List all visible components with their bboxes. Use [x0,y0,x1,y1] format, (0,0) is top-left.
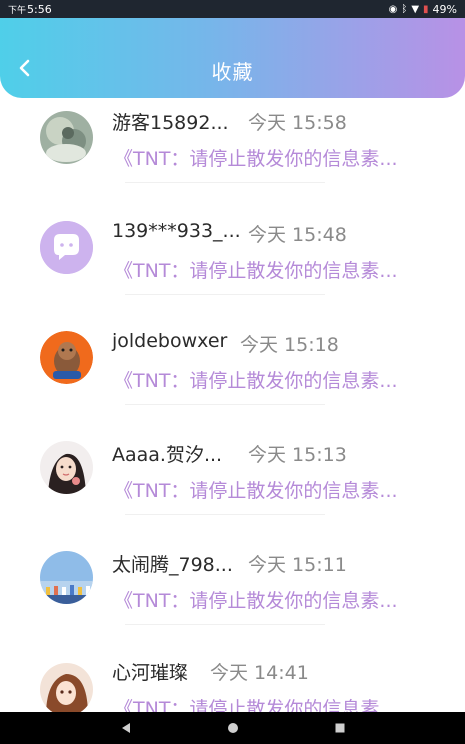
vibrate-icon: ◉ [388,3,398,15]
item-name: joldebowxer [112,330,228,352]
item-time: 今天 15:58 [248,112,347,134]
item-name: Aaaa.贺汐... [112,444,223,466]
list-item[interactable]: 139***933_... 今天 15:48 《TNT：请停止散发你的信息素..… [0,206,465,316]
page-title: 收藏 [211,60,254,84]
list-item[interactable]: 心河璀璨 今天 14:41 《TNT：请停止散发你的信息素... [0,646,465,712]
item-name: 心河璀璨 [112,662,189,684]
item-preview: 《TNT：请停止散发你的信息素... [114,698,398,712]
battery-icon: ▮ [423,3,429,15]
photo-avatar[interactable] [40,111,93,164]
item-preview: 《TNT：请停止散发你的信息素... [114,590,398,612]
item-time: 今天 15:13 [248,444,347,466]
battery-percent: 49% [432,2,457,16]
divider [125,514,325,515]
status-bar: 下午5:56 ◉ ᛒ ▼ ▮ 49% [0,0,465,18]
navigation-bar [0,712,465,744]
recents-square-icon [335,723,344,733]
girl-avatar[interactable] [40,441,93,494]
home-circle-icon [227,723,238,733]
status-time-value: 5:56 [27,2,52,16]
list-item[interactable]: joldebowxer 今天 15:18 《TNT：请停止散发你的信息素... [0,316,465,426]
status-time: 下午5:56 [8,3,52,16]
item-time: 今天 15:18 [240,334,339,356]
item-preview: 《TNT：请停止散发你的信息素... [114,480,398,502]
divider [125,294,325,295]
cartoon-avatar[interactable] [40,331,93,384]
chat-bubble-avatar[interactable] [40,221,93,274]
nav-recents-button[interactable] [334,722,346,734]
divider [125,182,325,183]
nav-home-button[interactable] [227,722,239,734]
item-name: 139***933_... [112,220,241,242]
anime-girl-avatar[interactable] [40,663,93,712]
item-time: 今天 15:11 [248,554,347,576]
sky-avatar[interactable] [40,551,93,604]
item-time: 今天 15:48 [248,224,347,246]
bluetooth-icon: ᛒ [401,3,408,15]
status-time-prefix: 下午 [8,5,27,16]
wifi-icon: ▼ [411,3,420,15]
item-name: 游客15892... [112,112,229,134]
item-preview: 《TNT：请停止散发你的信息素... [114,370,398,392]
item-preview: 《TNT：请停止散发你的信息素... [114,260,398,282]
back-triangle-icon [121,723,130,733]
divider [125,404,325,405]
list-item[interactable]: 太闹腾_798... 今天 15:11 《TNT：请停止散发你的信息素... [0,536,465,646]
header-bar: 收藏 [0,18,465,98]
item-time: 今天 14:41 [210,662,309,684]
favorites-list[interactable]: 游客15892... 今天 15:58 《TNT：请停止散发你的信息素... 1… [0,98,465,712]
list-item[interactable]: Aaaa.贺汐... 今天 15:13 《TNT：请停止散发你的信息素... [0,426,465,536]
list-item[interactable]: 游客15892... 今天 15:58 《TNT：请停止散发你的信息素... [0,98,465,206]
item-preview: 《TNT：请停止散发你的信息素... [114,148,398,170]
item-name: 太闹腾_798... [112,554,233,576]
status-indicators: ◉ ᛒ ▼ ▮ 49% [389,3,457,16]
nav-back-button[interactable] [120,722,132,734]
divider [125,624,325,625]
